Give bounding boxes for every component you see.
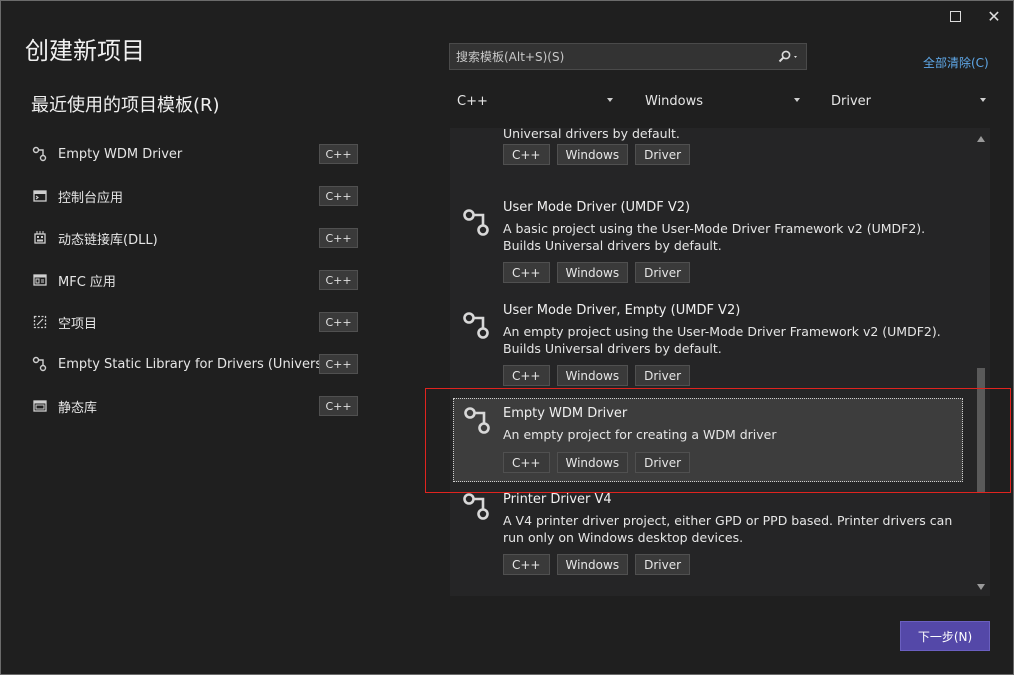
language-tag: C++: [319, 396, 358, 416]
maximize-button[interactable]: [943, 5, 967, 27]
template-tag: Driver: [635, 262, 691, 283]
template-tag: Driver: [635, 365, 691, 386]
results-scrollbar[interactable]: [972, 128, 990, 596]
template-tags: C++ Windows Driver: [503, 365, 691, 386]
next-button[interactable]: 下一步(N): [900, 621, 990, 651]
driver-node-icon: [463, 312, 489, 339]
chevron-down-icon: [980, 98, 986, 102]
template-tags: C++ Windows Driver: [503, 554, 691, 575]
clear-all-link[interactable]: 全部清除(C): [923, 54, 989, 71]
driver-node-icon: [31, 355, 49, 373]
template-item-umdf-v2[interactable]: User Mode Driver (UMDF V2) A basic proje…: [450, 200, 972, 303]
project-type-filter-dropdown[interactable]: Driver: [831, 89, 986, 113]
recent-item-dll[interactable]: 动态链接库(DLL) C++: [31, 217, 361, 259]
recent-item-empty-static-library-drivers[interactable]: Empty Static Library for Drivers (Univer…: [31, 343, 361, 385]
template-tags: C++ Windows Driver: [503, 144, 691, 165]
template-tag: C++: [503, 144, 550, 165]
template-tag: Windows: [556, 365, 629, 386]
driver-node-icon: [463, 493, 489, 520]
recent-item-mfc-app[interactable]: MFC 应用 C++: [31, 259, 361, 301]
template-description: An empty project for creating a WDM driv…: [503, 427, 777, 442]
static-library-icon: [31, 397, 49, 415]
template-name: Printer Driver V4: [503, 492, 612, 507]
driver-node-icon: [463, 209, 489, 236]
platform-filter-value: Windows: [645, 93, 704, 109]
template-item-empty-wdm-driver[interactable]: Empty WDM Driver An empty project for cr…: [453, 398, 963, 482]
language-tag: C++: [319, 312, 358, 332]
language-filter-value: C++: [457, 93, 488, 109]
recent-item-label: 静态库: [58, 400, 98, 416]
template-tags: C++ Windows Driver: [503, 452, 691, 473]
recent-item-empty-project[interactable]: 空项目 C++: [31, 301, 361, 343]
template-name: User Mode Driver (UMDF V2): [503, 200, 691, 215]
template-description: A V4 printer driver project, either GPD …: [503, 513, 953, 545]
search-input[interactable]: 搜索模板(Alt+S)(S): [449, 43, 807, 70]
page-title: 创建新项目: [25, 37, 145, 65]
scroll-up-icon[interactable]: [977, 136, 985, 142]
recent-item-label: 动态链接库(DLL): [58, 232, 158, 248]
close-button[interactable]: ✕: [982, 5, 1006, 27]
template-tag: C++: [503, 554, 550, 575]
template-item-printer-driver-v4[interactable]: Printer Driver V4 A V4 printer driver pr…: [450, 492, 972, 595]
template-tag: Driver: [635, 554, 691, 575]
template-tag: Windows: [556, 452, 629, 473]
mfc-app-icon: [31, 271, 49, 289]
search-placeholder: 搜索模板(Alt+S)(S): [456, 50, 565, 64]
recent-item-label: Empty WDM Driver: [58, 146, 183, 162]
console-app-icon: [31, 187, 49, 205]
language-filter-dropdown[interactable]: C++: [457, 89, 613, 113]
scrollbar-thumb[interactable]: [977, 368, 985, 492]
maximize-icon: [949, 10, 961, 22]
driver-node-icon: [464, 407, 490, 434]
recent-item-static-library[interactable]: 静态库 C++: [31, 385, 361, 427]
template-tag: C++: [503, 365, 550, 386]
language-tag: C++: [319, 354, 358, 374]
template-tag: Driver: [635, 452, 691, 473]
template-description: Universal drivers by default.: [503, 128, 680, 141]
project-type-filter-value: Driver: [831, 93, 872, 109]
template-tag: C++: [503, 262, 550, 283]
search-icon[interactable]: [776, 48, 802, 66]
template-results-list[interactable]: Universal drivers by default. C++ Window…: [450, 128, 990, 596]
recent-item-label: MFC 应用: [58, 274, 116, 290]
recent-item-label: 控制台应用: [58, 190, 124, 206]
language-tag: C++: [319, 186, 358, 206]
recent-templates-title: 最近使用的项目模板(R): [31, 95, 220, 116]
language-tag: C++: [319, 228, 358, 248]
template-tag: Driver: [635, 144, 691, 165]
template-tag: C++: [503, 452, 550, 473]
template-tags: C++ Windows Driver: [503, 262, 691, 283]
template-tag: Windows: [556, 144, 629, 165]
scroll-down-icon[interactable]: [977, 584, 985, 590]
recent-templates-list: Empty WDM Driver C++ 控制台应用 C++ 动态链接库(DLL…: [31, 133, 361, 427]
chevron-down-icon: [794, 98, 800, 102]
close-icon: ✕: [987, 6, 1001, 26]
template-item-umdf-v2-empty[interactable]: User Mode Driver, Empty (UMDF V2) An emp…: [450, 303, 972, 406]
recent-item-console-app[interactable]: 控制台应用 C++: [31, 175, 361, 217]
driver-node-icon: [31, 145, 49, 163]
template-name: User Mode Driver, Empty (UMDF V2): [503, 303, 741, 318]
recent-item-label: Empty Static Library for Drivers (Univer…: [58, 356, 339, 372]
recent-item-empty-wdm-driver[interactable]: Empty WDM Driver C++: [31, 133, 361, 175]
chevron-down-icon: [607, 98, 613, 102]
template-description: An empty project using the User-Mode Dri…: [503, 324, 941, 356]
template-tag: Windows: [556, 262, 629, 283]
platform-filter-dropdown[interactable]: Windows: [645, 89, 800, 113]
template-tag: Windows: [556, 554, 629, 575]
recent-item-label: 空项目: [58, 316, 98, 332]
dll-icon: [31, 229, 49, 247]
language-tag: C++: [319, 270, 358, 290]
empty-project-icon: [31, 313, 49, 331]
template-name: Empty WDM Driver: [503, 406, 628, 421]
template-description: A basic project using the User-Mode Driv…: [503, 221, 926, 253]
language-tag: C++: [319, 144, 358, 164]
